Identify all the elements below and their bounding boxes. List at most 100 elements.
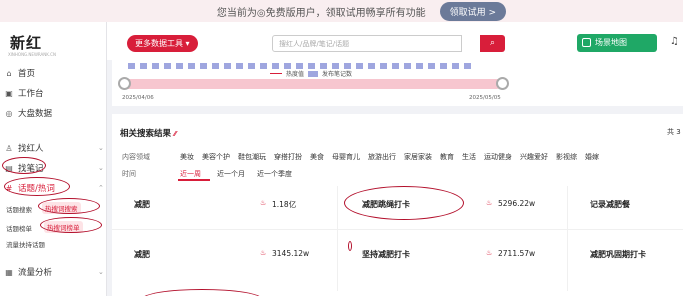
- search-results-panel: 相关搜索结果 ⁄⁄ 共 3 内容领域 时间 近一周 近一个月 近一个季度 减肥 …: [112, 114, 683, 296]
- chevron-down-icon: ⌄: [98, 268, 104, 276]
- publish-count-bar: [440, 63, 447, 69]
- keyword-name[interactable]: 减肥巩固期打卡: [590, 249, 646, 260]
- keyword-heat: 3145.12w: [272, 249, 310, 258]
- sidebar-item-dashboard[interactable]: ◎ 大盘数据: [4, 107, 53, 120]
- publish-count-bar: [368, 63, 375, 69]
- keyword-name[interactable]: 减肥: [134, 199, 150, 210]
- category-tag[interactable]: 生活: [462, 152, 476, 162]
- publish-count-bar: [356, 63, 363, 69]
- sub-item-topic-ranking[interactable]: 话题榜单: [6, 223, 32, 233]
- end-date: 2025/05/05: [469, 95, 501, 101]
- caret-down-icon: ▾: [185, 39, 190, 48]
- scene-map-button[interactable]: 场景地图: [577, 34, 657, 52]
- legend-notes-label: 发布笔记数: [322, 71, 353, 78]
- keyword-heat: 2711.57w: [498, 249, 536, 258]
- sidebar-item-find-influencer[interactable]: ♙ 找红人 ⌄: [4, 142, 103, 155]
- category-tag[interactable]: 美容个护: [202, 152, 230, 162]
- publish-count-bar: [236, 63, 243, 69]
- active-tab-underline: [178, 179, 210, 181]
- keyword-name[interactable]: 坚持减肥打卡: [362, 249, 410, 260]
- keyword-heat: 1.18亿: [272, 200, 297, 209]
- top-toolbar: 更多数据工具 ▾ 搜红人/品牌/笔记/话题 ⌕ 场景地图 ♫: [107, 22, 683, 60]
- results-count: 共 3: [667, 128, 681, 136]
- publish-count-bar: [248, 63, 255, 69]
- category-tag[interactable]: 家居家装: [404, 152, 432, 162]
- more-data-tools-button[interactable]: 更多数据工具 ▾: [127, 35, 198, 52]
- search-input[interactable]: 搜红人/品牌/笔记/话题: [272, 35, 462, 52]
- app-logo[interactable]: 新红: [10, 32, 42, 53]
- card-divider: [567, 186, 568, 291]
- flame-icon: ♨: [486, 249, 493, 257]
- search-button[interactable]: ⌕: [480, 35, 505, 52]
- flame-icon: ♨: [260, 249, 267, 257]
- legend-box-swatch: [308, 70, 319, 77]
- annotation-circle: [2, 157, 46, 174]
- sub-item-topic-search[interactable]: 话题搜索: [6, 204, 32, 214]
- category-tag[interactable]: 美妆: [180, 152, 194, 162]
- search-icon: ⌕: [489, 38, 496, 48]
- time-option-quarter[interactable]: 近一个季度: [257, 169, 292, 179]
- category-tag[interactable]: 影视综: [556, 152, 577, 162]
- trend-chart: 热度值 发布笔记数 2025/04/06 2025/05/05: [112, 60, 683, 106]
- home-icon: ⌂: [6, 68, 12, 78]
- keyword-name[interactable]: 减肥: [134, 249, 150, 260]
- publish-count-bar: [140, 63, 147, 69]
- publish-count-bar: [176, 63, 183, 69]
- publish-count-bar: [212, 63, 219, 69]
- category-tag[interactable]: 旅游出行: [368, 152, 396, 162]
- publish-count-bar: [200, 63, 207, 69]
- keyword-name[interactable]: 记录减肥餐: [590, 199, 630, 210]
- flame-icon: ♨: [486, 199, 493, 207]
- category-tag[interactable]: 鞋包潮玩: [238, 152, 266, 162]
- claim-trial-button[interactable]: 领取试用 >: [439, 1, 507, 21]
- annotation-mark: [348, 241, 352, 251]
- time-option-month[interactable]: 近一个月: [217, 169, 245, 179]
- publish-count-bar: [152, 63, 159, 69]
- sidebar-item-label: 找红人: [18, 144, 44, 154]
- annotation-circle: [142, 289, 262, 296]
- legend-heat-label: 热度值: [286, 71, 305, 78]
- sidebar-item-workbench[interactable]: ▣ 工作台: [4, 87, 44, 100]
- category-tag[interactable]: 母婴育儿: [332, 152, 360, 162]
- card-divider: [337, 186, 338, 291]
- publish-count-bar: [452, 63, 459, 69]
- keyword-heat: 5296.22w: [498, 199, 536, 208]
- map-icon: [582, 38, 591, 47]
- sub-item-traffic-topics[interactable]: 流量扶持话题: [6, 239, 45, 249]
- category-tag[interactable]: 教育: [440, 152, 454, 162]
- publish-count-bar: [404, 63, 411, 69]
- publish-count-bar: [188, 63, 195, 69]
- range-end-handle[interactable]: [495, 77, 509, 90]
- trend-icon: ⁄⁄: [173, 130, 177, 138]
- category-tag[interactable]: 美食: [310, 152, 324, 162]
- publish-count-bar: [392, 63, 399, 69]
- publish-count-bar: [128, 63, 135, 69]
- publish-count-bar: [464, 63, 471, 69]
- chevron-up-icon: ⌃: [98, 184, 104, 192]
- chart-legend: 热度值 发布笔记数: [270, 69, 352, 78]
- chevron-down-icon: ⌄: [98, 164, 104, 172]
- flame-icon: ♨: [260, 199, 267, 207]
- filter-label-time: 时间: [122, 170, 136, 178]
- time-option-week[interactable]: 近一周: [180, 169, 201, 179]
- range-start-handle[interactable]: [117, 77, 131, 90]
- annotation-circle: [344, 186, 464, 220]
- publish-count-bar: [164, 63, 171, 69]
- date-range-slider[interactable]: [124, 79, 502, 89]
- banner-text: 您当前为◎免费版用户，领取试用畅享所有功能: [216, 7, 426, 19]
- workbench-icon: ▣: [5, 88, 13, 98]
- bell-icon[interactable]: ♫: [670, 36, 679, 47]
- scene-map-label: 场景地图: [595, 38, 627, 47]
- annotation-circle: [40, 217, 102, 233]
- sidebar-item-traffic-analysis[interactable]: ▦ 流量分析 ⌄: [4, 266, 104, 279]
- logo-subtitle: XINHONG.NEWRANK.CN: [8, 52, 56, 57]
- category-tag[interactable]: 穿搭打扮: [274, 152, 302, 162]
- category-tag[interactable]: 兴趣爱好: [520, 152, 548, 162]
- results-title: 相关搜索结果 ⁄⁄: [120, 127, 176, 139]
- dashboard-icon: ◎: [5, 108, 13, 118]
- sidebar-item-label: 工作台: [18, 89, 44, 99]
- category-tag[interactable]: 运动健身: [484, 152, 512, 162]
- sidebar-item-home[interactable]: ⌂ 首页: [4, 67, 35, 80]
- publish-count-bar: [416, 63, 423, 69]
- category-tag[interactable]: 婚嫁: [585, 152, 599, 162]
